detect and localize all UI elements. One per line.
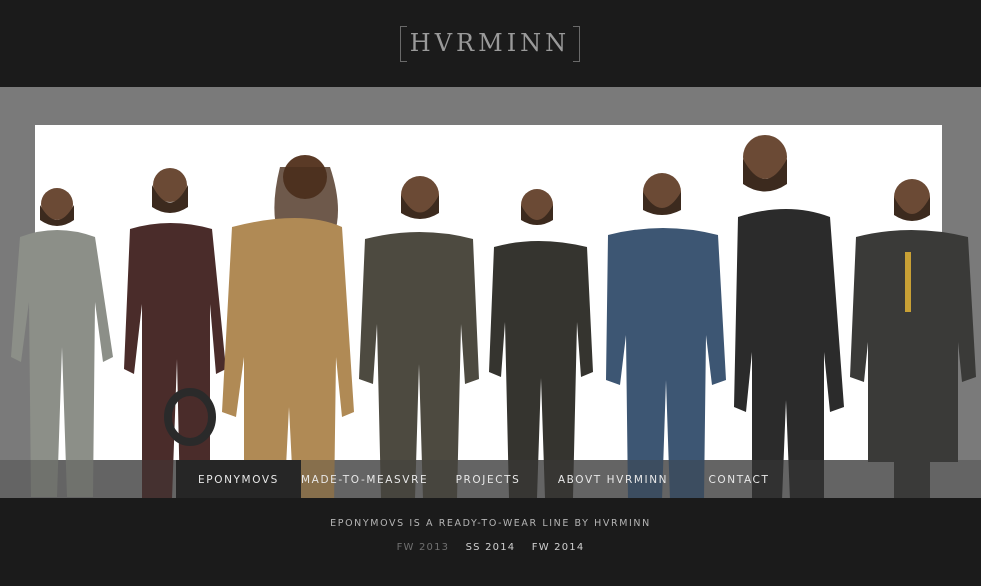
season-link-ss-2014[interactable]: SS 2014 — [466, 542, 516, 553]
season-link-fw-2014[interactable]: FW 2014 — [532, 542, 585, 553]
season-link-fw-2013[interactable]: FW 2013 — [397, 542, 450, 553]
season-links: FW 2013 SS 2014 FW 2014 — [0, 542, 981, 553]
model-figure — [359, 176, 479, 498]
hvrminn-logo[interactable]: HVRMINN — [400, 26, 580, 62]
logo-bracket-left — [400, 26, 407, 62]
logo-text: HVRMINN — [409, 29, 571, 57]
model-figure — [489, 189, 593, 498]
model-figure — [222, 155, 354, 498]
site-header: HVRMINN — [0, 0, 981, 87]
hero-stage: EPONYMOVS MADE-TO-MEASVRE PROJECTS ABOVT… — [0, 87, 981, 498]
site-footer: EPONYMOVS IS A READY-TO-WEAR LINE BY HVR… — [0, 498, 981, 586]
model-figure — [850, 179, 976, 498]
nav-item-contact[interactable]: CONTACT — [677, 460, 801, 498]
model-figure — [734, 135, 844, 498]
footer-tagline: EPONYMOVS IS A READY-TO-WEAR LINE BY HVR… — [330, 518, 651, 529]
logo-bracket-right — [573, 26, 580, 62]
model-figure — [11, 188, 113, 497]
hero-image — [11, 135, 976, 498]
nav-item-about[interactable]: ABOVT HVRMINN — [549, 460, 677, 498]
model-figure — [606, 173, 726, 498]
model-figure — [124, 168, 226, 498]
nav-item-projects[interactable]: PROJECTS — [427, 460, 549, 498]
main-nav: EPONYMOVS MADE-TO-MEASVRE PROJECTS ABOVT… — [0, 460, 981, 498]
nav-item-made-to-measvre[interactable]: MADE-TO-MEASVRE — [301, 460, 427, 498]
nav-item-eponymovs[interactable]: EPONYMOVS — [176, 460, 301, 498]
